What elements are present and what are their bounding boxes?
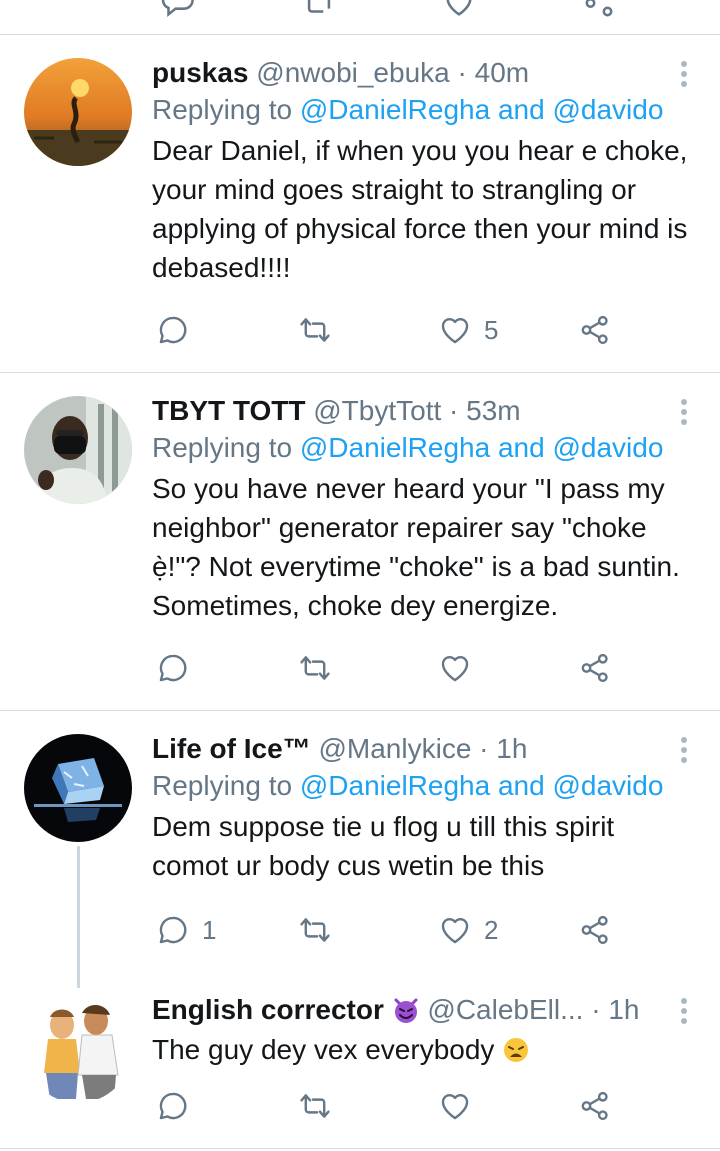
retweet-button[interactable] [298, 313, 332, 347]
display-name[interactable]: English corrector [152, 994, 384, 1025]
divider [0, 34, 720, 35]
username[interactable]: @Manlykice [318, 733, 471, 764]
replying-to-label: Replying to [152, 432, 293, 463]
like-icon [441, 1093, 469, 1120]
mention-conjunction[interactable]: and [498, 770, 545, 801]
mention-link[interactable]: @davido [552, 94, 663, 125]
reply-button[interactable] [156, 651, 190, 685]
divider [0, 1148, 720, 1149]
tweet-text: The guy dey vex everybody [152, 1030, 690, 1069]
retweet-icon[interactable] [302, 0, 336, 20]
username[interactable]: @TbytTott [313, 395, 441, 426]
username[interactable]: @CalebEll... [427, 994, 583, 1025]
mention-link[interactable]: @DanielRegha [300, 94, 490, 125]
share-icon [581, 915, 608, 945]
like-icon [441, 317, 469, 344]
display-name[interactable]: TBYT TOTT [152, 395, 305, 426]
reply-count: 1 [202, 914, 217, 945]
replying-to-label: Replying to [152, 94, 293, 125]
reply-icon[interactable] [160, 0, 194, 20]
like-icon[interactable] [442, 0, 476, 20]
reply-button[interactable] [156, 1089, 190, 1123]
like-button[interactable] [438, 651, 472, 685]
reply-button[interactable] [156, 313, 190, 347]
retweet-icon [300, 318, 330, 342]
timestamp[interactable]: 1h [608, 994, 639, 1025]
display-name[interactable]: puskas [152, 57, 249, 88]
previous-tweet-actions [0, 0, 720, 17]
tweet-actions [152, 651, 622, 687]
avatar[interactable] [24, 995, 132, 1103]
share-icon [581, 653, 608, 683]
like-icon [441, 917, 469, 944]
retweet-icon [300, 656, 330, 680]
tweet-actions [152, 1089, 622, 1125]
share-icon [581, 315, 608, 345]
separator: · [457, 57, 467, 88]
reply-icon [159, 1092, 187, 1120]
tweet-text: Dear Daniel, if when you you hear e chok… [152, 135, 688, 283]
tweet-actions: 1 2 [152, 913, 622, 949]
tweet-text: So you have never heard your "I pass my … [152, 473, 680, 621]
share-button[interactable] [578, 651, 612, 685]
timestamp[interactable]: 1h [496, 733, 527, 764]
separator: · [591, 994, 601, 1025]
replying-to: Replying to @DanielRegha and @davido [152, 91, 690, 129]
mention-conjunction[interactable]: and [498, 432, 545, 463]
like-button[interactable] [438, 1089, 472, 1123]
replying-to: Replying to @DanielRegha and @davido [152, 429, 690, 467]
divider [0, 710, 720, 711]
tweet-actions: 5 [152, 313, 622, 349]
tweet-body: English corrector @CalebEll... · 1h The … [152, 992, 690, 1069]
timestamp[interactable]: 40m [475, 57, 529, 88]
share-button[interactable] [578, 913, 612, 947]
like-count: 5 [484, 314, 499, 345]
like-icon [441, 655, 469, 682]
share-icon [581, 1091, 608, 1121]
share-button[interactable] [578, 1089, 612, 1123]
like-button[interactable]: 2 [438, 913, 498, 947]
avatar[interactable] [24, 734, 132, 842]
mention-link[interactable]: @davido [552, 432, 663, 463]
tweet-text: Dem suppose tie u flog u till this spiri… [152, 811, 615, 881]
smiling-devil-emoji [394, 998, 418, 1023]
mention-conjunction[interactable]: and [498, 94, 545, 125]
display-name[interactable]: Life of Ice™ [152, 733, 311, 764]
divider [0, 372, 720, 373]
separator: · [449, 395, 459, 426]
retweet-icon [300, 1094, 330, 1118]
reply-icon [159, 654, 187, 682]
share-icon[interactable] [582, 0, 616, 20]
tweet-header: English corrector @CalebEll... · 1h [152, 992, 690, 1028]
tweet-body: Life of Ice™ @Manlykice · 1h Replying to… [152, 731, 690, 885]
thread-connector [77, 846, 80, 988]
avatar[interactable] [24, 58, 132, 166]
mention-link[interactable]: @DanielRegha [300, 432, 490, 463]
tweet-header: TBYT TOTT @TbytTott · 53m [152, 393, 690, 429]
username[interactable]: @nwobi_ebuka [256, 57, 449, 88]
share-button[interactable] [578, 313, 612, 347]
mention-link[interactable]: @DanielRegha [300, 770, 490, 801]
retweet-button[interactable] [298, 913, 332, 947]
tweet-body: TBYT TOTT @TbytTott · 53m Replying to @D… [152, 393, 690, 625]
mention-link[interactable]: @davido [552, 770, 663, 801]
retweet-icon [300, 918, 330, 942]
weary-face-emoji [504, 1038, 529, 1062]
replying-to: Replying to @DanielRegha and @davido [152, 767, 690, 805]
timestamp[interactable]: 53m [466, 395, 520, 426]
tweet-text-content: The guy dey vex everybody [152, 1034, 495, 1065]
reply-button[interactable]: 1 [156, 913, 216, 947]
reply-icon [159, 316, 187, 344]
like-count: 2 [484, 914, 499, 945]
separator: · [479, 733, 489, 764]
tweet-header: puskas @nwobi_ebuka · 40m [152, 55, 690, 91]
replying-to-label: Replying to [152, 770, 293, 801]
tweet-header: Life of Ice™ @Manlykice · 1h [152, 731, 690, 767]
retweet-button[interactable] [298, 1089, 332, 1123]
retweet-button[interactable] [298, 651, 332, 685]
avatar[interactable] [24, 396, 132, 504]
reply-icon [159, 916, 187, 944]
like-button[interactable]: 5 [438, 313, 498, 347]
tweet-body: puskas @nwobi_ebuka · 40m Replying to @D… [152, 55, 690, 287]
